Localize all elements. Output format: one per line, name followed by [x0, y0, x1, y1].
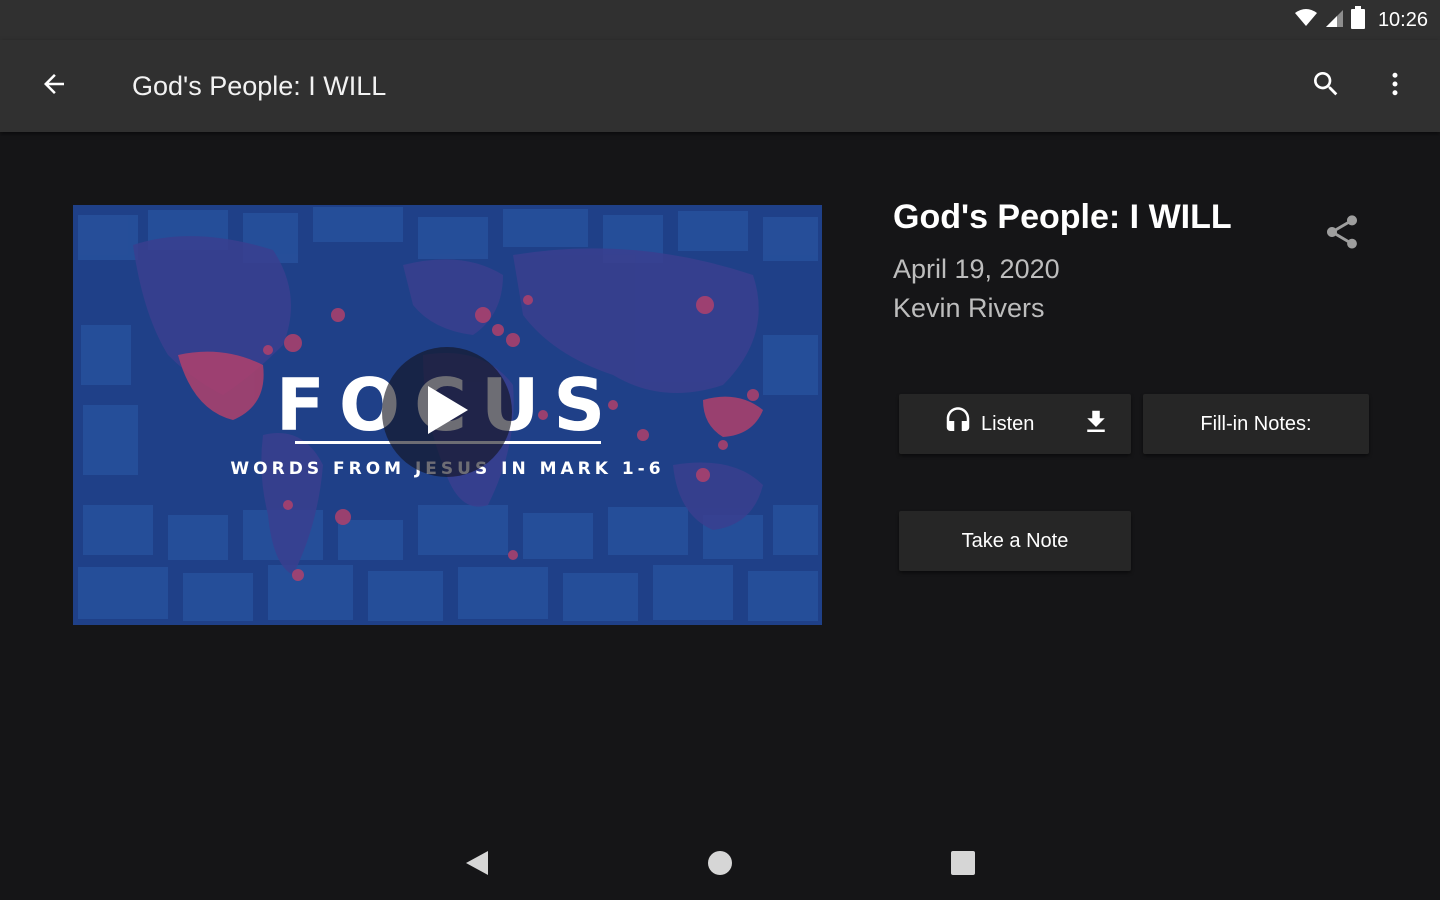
status-time: 10:26	[1377, 8, 1428, 31]
download-button[interactable]	[1079, 408, 1113, 442]
search-button[interactable]	[1300, 62, 1352, 110]
back-arrow-icon	[39, 69, 69, 104]
wifi-icon	[1294, 8, 1318, 33]
take-a-note-button[interactable]: Take a Note	[899, 511, 1131, 571]
more-options-button[interactable]	[1372, 62, 1418, 110]
sermon-title: God's People: I WILL	[893, 198, 1232, 236]
listen-content: Listen	[943, 394, 1034, 454]
sermon-date: April 19, 2020	[893, 254, 1060, 284]
listen-button[interactable]: Listen	[899, 394, 1131, 454]
app-bar: God's People: I WILL	[0, 40, 1440, 132]
nav-recents-icon	[950, 850, 976, 881]
more-vert-icon	[1380, 69, 1410, 104]
system-nav-bar	[0, 828, 1440, 900]
headphones-icon	[943, 406, 973, 442]
share-icon	[1322, 212, 1362, 257]
download-icon	[1081, 407, 1111, 443]
sermon-speaker: Kevin Rivers	[893, 293, 1045, 323]
page-title: God's People: I WILL	[132, 71, 387, 101]
cell-signal-icon	[1324, 8, 1344, 33]
battery-icon	[1350, 5, 1366, 35]
share-button[interactable]	[1316, 208, 1368, 260]
nav-home-icon	[707, 850, 733, 881]
status-icons: 10:26	[1294, 5, 1428, 35]
back-button[interactable]	[26, 62, 82, 110]
status-bar: 10:26	[0, 0, 1440, 40]
video-thumbnail[interactable]: FOCUS WORDS FROM JESUS IN MARK 1-6	[73, 205, 822, 625]
listen-label: Listen	[981, 412, 1035, 435]
play-icon	[422, 384, 472, 441]
nav-home-button[interactable]	[695, 840, 745, 890]
fill-in-notes-button[interactable]: Fill-in Notes:	[1143, 394, 1369, 454]
nav-back-icon	[464, 849, 490, 882]
nav-back-button[interactable]	[452, 840, 502, 890]
search-icon	[1310, 68, 1342, 105]
nav-recents-button[interactable]	[938, 840, 988, 890]
play-button[interactable]	[382, 347, 512, 477]
